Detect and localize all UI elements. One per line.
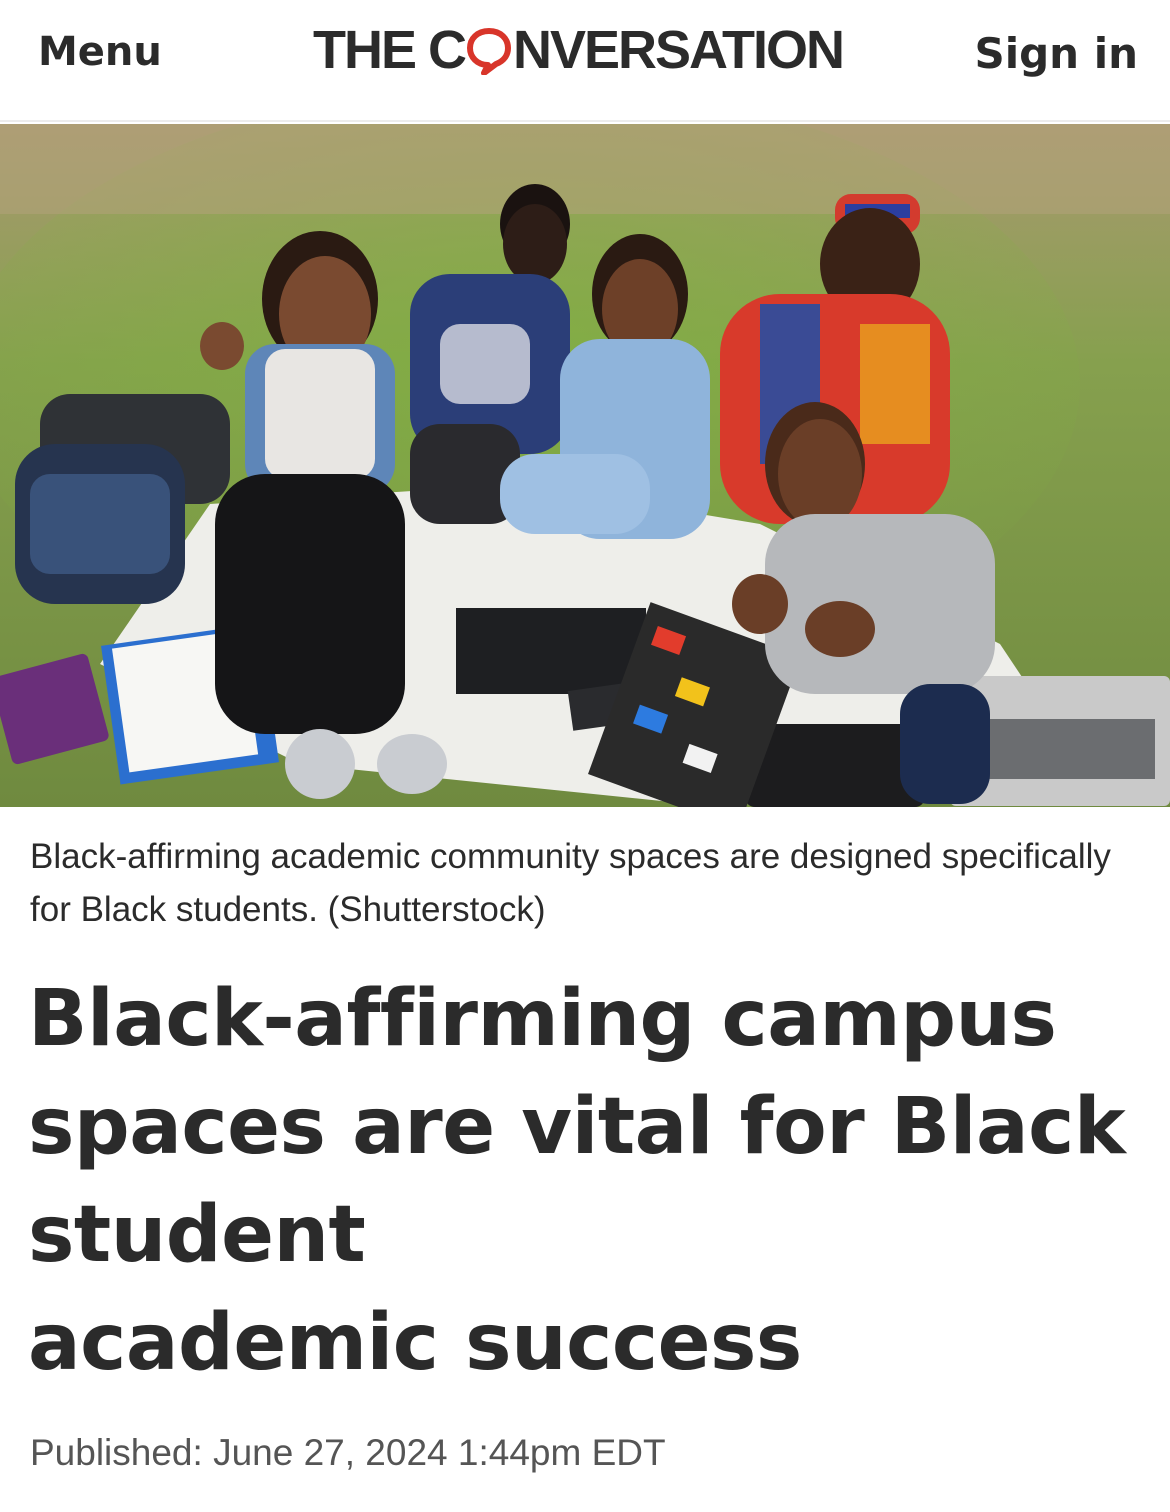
image-caption: Black-affirming academic community space… [30, 837, 1111, 929]
headline-line: academic success [28, 1298, 802, 1388]
headline-line: student [28, 1190, 366, 1280]
article-headline: Black-affirming campus spaces are vital … [28, 965, 1148, 1397]
headline-line: spaces are vital for Black [28, 1082, 1126, 1172]
published-date: Published: June 27, 2024 1:44pm EDT [30, 1432, 666, 1473]
logo-text-end: NVERSATION [513, 20, 845, 80]
hero-image [0, 124, 1170, 807]
site-logo[interactable]: THE C NVERSATION [313, 18, 859, 82]
speech-bubble-icon [466, 18, 512, 82]
menu-button[interactable]: Menu [38, 24, 162, 80]
site-header: Menu THE C NVERSATION Sign in [0, 0, 1170, 122]
headline-line: Black-affirming campus [28, 974, 1057, 1064]
sign-in-button[interactable]: Sign in [974, 26, 1138, 82]
logo-text-start: THE C [313, 20, 467, 80]
students-photo [0, 124, 1170, 807]
